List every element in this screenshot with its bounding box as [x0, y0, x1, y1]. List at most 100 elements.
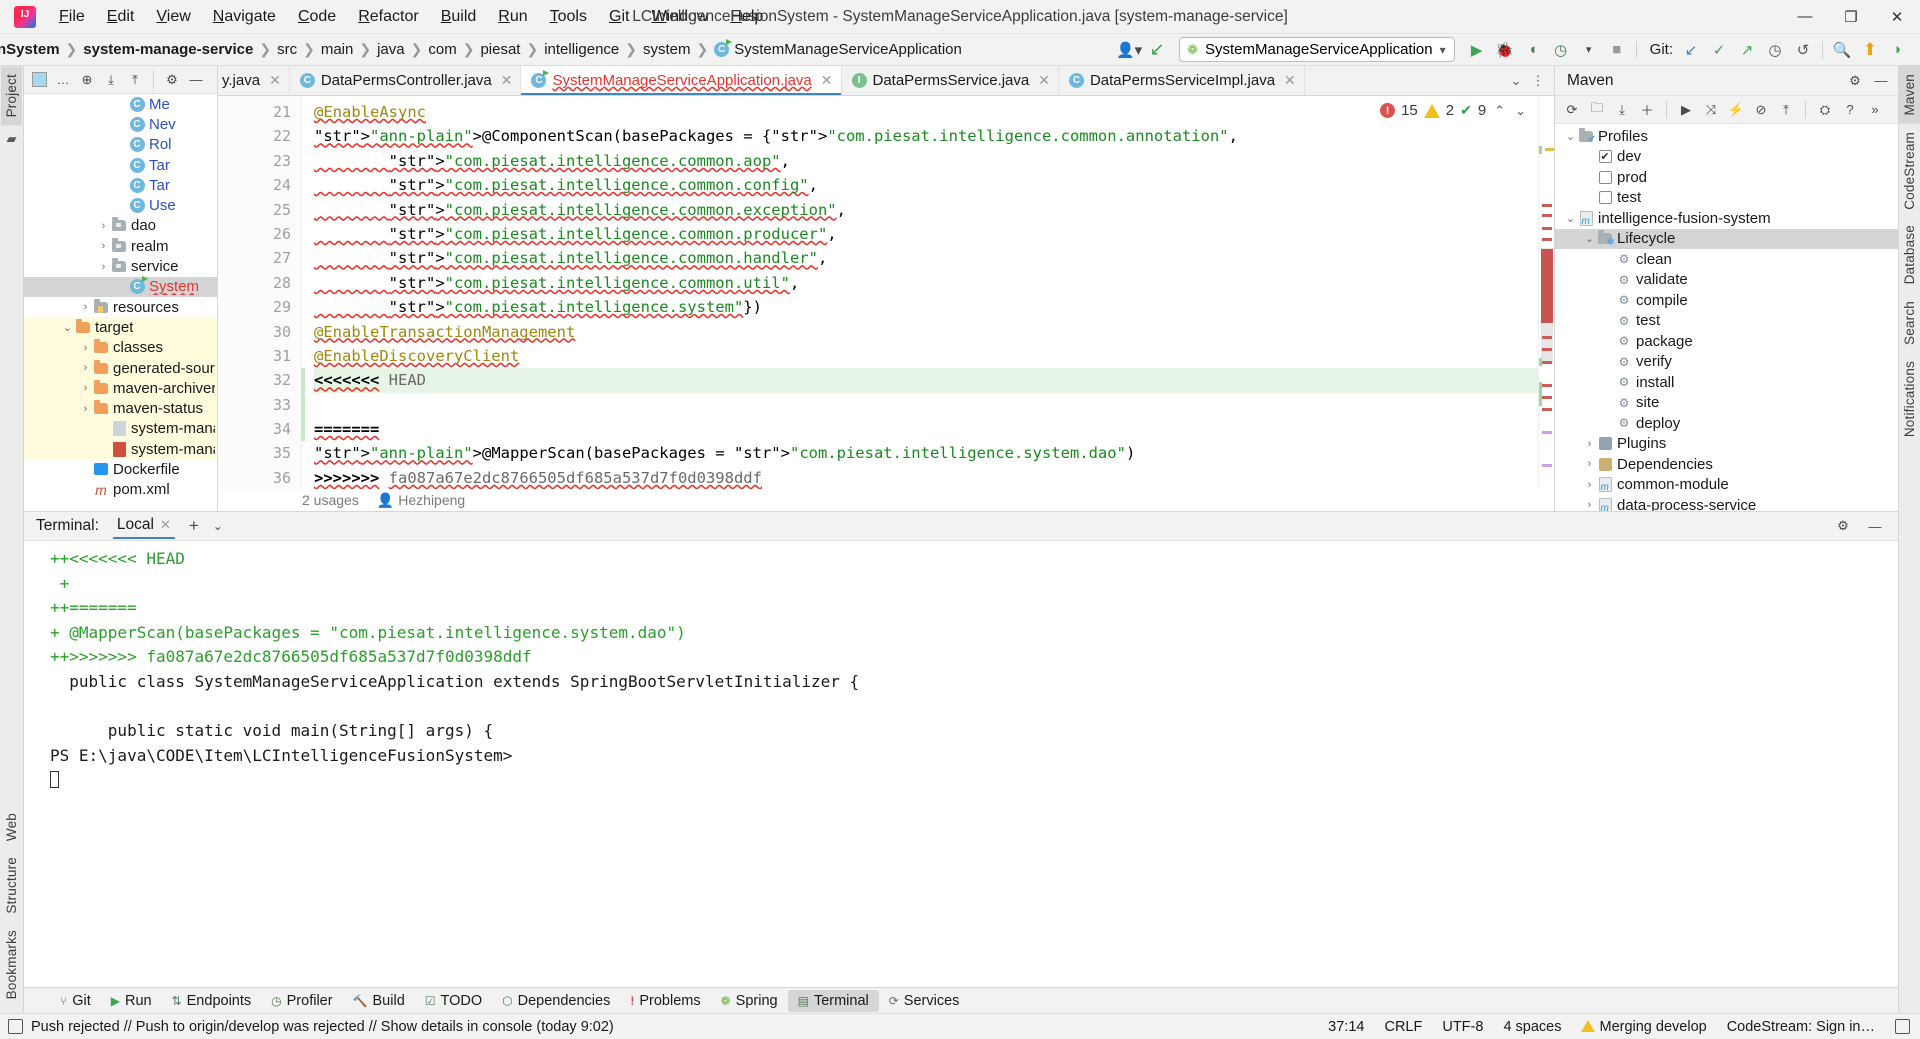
maven-tree-node[interactable]: ⚙ package	[1555, 331, 1898, 352]
branch-widget[interactable]: Merging develop	[1581, 1019, 1707, 1035]
tree-toggle-icon[interactable]: ›	[1582, 499, 1597, 511]
more-dots-icon[interactable]: …	[52, 69, 74, 91]
tree-toggle-icon[interactable]: ⌄	[1582, 232, 1597, 245]
tree-toggle-icon[interactable]: ›	[78, 301, 93, 313]
editor-tab-systemmanageserviceapplication[interactable]: C SystemManageServiceApplication.java ✕	[521, 66, 842, 95]
maven-tree-node[interactable]: › Dependencies	[1555, 454, 1898, 475]
hide-panel-icon[interactable]: —	[1870, 70, 1892, 92]
breadcrumb-class[interactable]: C SystemManageServiceApplication	[709, 39, 967, 60]
code-line[interactable]: "str">"com.piesat.intelligence.common.ut…	[314, 271, 1538, 295]
gear-icon[interactable]: ⚙	[161, 69, 183, 91]
run-configuration-selector[interactable]: ❁ SystemManageServiceApplication ▾	[1179, 37, 1455, 62]
line-number[interactable]: 31	[218, 344, 301, 368]
tree-toggle-icon[interactable]: ›	[1582, 458, 1597, 470]
line-number[interactable]: 27	[218, 246, 301, 270]
overflow-icon[interactable]: »	[1864, 99, 1886, 121]
code-line[interactable]: "str">"com.piesat.intelligence.common.co…	[314, 173, 1538, 197]
editor-tab-datapermsservice[interactable]: I DataPermsService.java ✕	[842, 66, 1059, 95]
menu-item-help[interactable]: Help	[719, 4, 774, 30]
close-icon[interactable]: ✕	[1038, 72, 1050, 89]
project-tree-node[interactable]: › dao	[24, 216, 217, 236]
checkbox-unchecked[interactable]	[1597, 191, 1613, 205]
gear-icon[interactable]: ⚙	[1844, 70, 1866, 92]
maven-tree-node[interactable]: ⚙ site	[1555, 393, 1898, 414]
maven-tree-node[interactable]: ✔ dev	[1555, 147, 1898, 168]
bottom-tool-build[interactable]: 🔨 Build	[343, 990, 415, 1012]
chevron-down-icon[interactable]: ⌄	[213, 519, 223, 533]
project-tree-node[interactable]: C Tar	[24, 155, 217, 175]
line-number[interactable]: 25	[218, 198, 301, 222]
sidebar-item-codestream[interactable]: CodeStream	[1899, 124, 1920, 218]
inspection-widget[interactable]: ! 15 2 ✔ 9 ⌃ ⌄	[1380, 102, 1528, 119]
line-number[interactable]: 21	[218, 100, 301, 124]
code-author[interactable]: 👤 Hezhipeng	[377, 492, 465, 509]
toggle-skip-tests-icon[interactable]: ⤨	[1700, 99, 1722, 121]
code-line[interactable]: >>>>>>> fa087a67e2dc8766505df685a537d7f0…	[314, 466, 1538, 489]
project-tree-node[interactable]: ⌄ target	[24, 317, 217, 338]
breadcrumb-system[interactable]: system	[638, 39, 696, 60]
debug-icon[interactable]: 🐞	[1491, 37, 1519, 63]
project-tree-node[interactable]: › classes	[24, 337, 217, 358]
maven-tree-node[interactable]: › data-process-service	[1555, 495, 1898, 511]
sidebar-item-structure[interactable]: Structure	[1, 849, 22, 922]
line-number[interactable]: 34	[218, 417, 305, 442]
caret-position[interactable]: 37:14	[1328, 1019, 1364, 1035]
git-commit-icon[interactable]: ✓	[1705, 37, 1733, 63]
project-tree-node[interactable]: C Rol	[24, 135, 217, 155]
expand-all-icon[interactable]: ⤓	[100, 69, 122, 91]
tree-toggle-icon[interactable]: ›	[96, 261, 111, 273]
tree-toggle-icon[interactable]: ⌄	[60, 321, 75, 334]
project-tree-node[interactable]: C Nev	[24, 114, 217, 134]
stop-icon[interactable]: ■	[1603, 37, 1631, 63]
editor-code[interactable]: @EnableAsync "str">"ann-plain">@Component…	[302, 96, 1538, 489]
menu-item-git[interactable]: Git	[598, 4, 640, 30]
tab-list-dropdown-icon[interactable]: ⌄	[1506, 73, 1526, 89]
maven-tree-node[interactable]: ⚙ clean	[1555, 249, 1898, 270]
error-stripe[interactable]	[1538, 96, 1554, 489]
code-line[interactable]: "str">"com.piesat.intelligence.common.pr…	[314, 222, 1538, 246]
execute-maven-goal-icon[interactable]: ⚡	[1725, 99, 1747, 121]
line-number[interactable]: 30	[218, 320, 301, 344]
toggle-offline-icon[interactable]: ⊘	[1750, 99, 1772, 121]
line-number[interactable]: 29	[218, 295, 301, 319]
breadcrumb-module[interactable]: system-manage-service	[78, 39, 258, 60]
maven-tree-node[interactable]: ⌄ Lifecycle	[1555, 228, 1898, 249]
menu-item-file[interactable]: File	[48, 4, 96, 30]
bottom-tool-profiler[interactable]: ◷ Profiler	[261, 990, 342, 1012]
reload-all-maven-projects-icon[interactable]: ⟳	[1561, 99, 1583, 121]
project-tree-node[interactable]: › realm	[24, 236, 217, 256]
project-tree-node[interactable]: C System	[24, 276, 217, 297]
project-tree-node[interactable]: › resources	[24, 297, 217, 317]
sidebar-item-web[interactable]: Web	[1, 805, 22, 849]
gear-icon[interactable]: ⚙	[1832, 515, 1854, 537]
select-opened-file-icon[interactable]	[28, 69, 50, 91]
maven-tree-node[interactable]: test	[1555, 188, 1898, 209]
bottom-tool-run[interactable]: ▶ Run	[101, 990, 162, 1012]
bottom-tool-spring[interactable]: ❁ Spring	[711, 990, 788, 1012]
git-history-icon[interactable]: ◷	[1761, 37, 1789, 63]
tree-toggle-icon[interactable]: ›	[78, 403, 93, 415]
code-line[interactable]: =======	[314, 417, 1538, 441]
line-separator[interactable]: CRLF	[1384, 1019, 1422, 1035]
prev-problem-icon[interactable]: ⌃	[1492, 103, 1507, 119]
maven-tree-node[interactable]: ⌄ intelligence-fusion-system	[1555, 208, 1898, 229]
sidebar-item-notifications[interactable]: Notifications	[1899, 353, 1920, 445]
project-tree-node[interactable]: › maven-archiver	[24, 378, 217, 399]
project-tree-node[interactable]: m pom.xml	[24, 480, 217, 500]
menu-item-edit[interactable]: Edit	[96, 4, 146, 30]
breadcrumb-project[interactable]: nSystem	[0, 39, 65, 60]
run-icon[interactable]: ▶	[1463, 37, 1491, 63]
plus-icon[interactable]: ＋	[1636, 99, 1658, 121]
close-icon[interactable]: ✕	[1284, 72, 1296, 89]
git-rollback-icon[interactable]: ↺	[1789, 37, 1817, 63]
user-avatar-icon[interactable]: 👤▾	[1115, 37, 1143, 63]
help-icon[interactable]: ?	[1839, 99, 1861, 121]
tree-toggle-icon[interactable]: ›	[1582, 479, 1597, 491]
menu-item-refactor[interactable]: Refactor	[347, 4, 429, 30]
code-line[interactable]: "str">"com.piesat.intelligence.common.ha…	[314, 246, 1538, 270]
editor-tab-datapermsserviceimpl[interactable]: C DataPermsServiceImpl.java ✕	[1059, 66, 1305, 95]
code-line[interactable]: "str">"com.piesat.intelligence.common.ao…	[314, 149, 1538, 173]
maven-tree[interactable]: ⌄Profiles✔devprodtest⌄intelligence-fusio…	[1555, 124, 1898, 511]
project-tree-node[interactable]: system-manage	[24, 439, 217, 460]
file-encoding[interactable]: UTF-8	[1442, 1019, 1483, 1035]
